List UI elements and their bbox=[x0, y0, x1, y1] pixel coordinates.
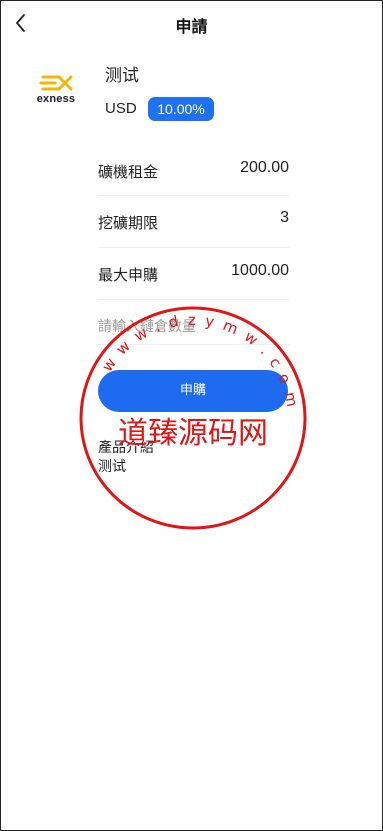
detail-row-period: 挖礦期限 3 bbox=[98, 195, 289, 248]
detail-row-rent: 礦機租金 200.00 bbox=[98, 143, 289, 196]
header-bar: 申請 bbox=[1, 1, 382, 47]
detail-label: 挖礦期限 bbox=[98, 214, 159, 232]
detail-value: 1000.00 bbox=[231, 262, 289, 279]
exness-logo: exness bbox=[31, 73, 81, 107]
product-name: 测试 bbox=[105, 66, 139, 86]
exness-mark-icon bbox=[39, 75, 73, 91]
detail-value: 200.00 bbox=[240, 159, 289, 176]
detail-value: 3 bbox=[280, 209, 289, 226]
rate-badge: 10.00% bbox=[148, 97, 214, 121]
currency-label: USD bbox=[105, 100, 137, 117]
detail-label: 礦機租金 bbox=[98, 163, 159, 181]
page-title: 申請 bbox=[175, 17, 208, 36]
subscribe-button[interactable]: 申購 bbox=[98, 370, 288, 412]
detail-row-max: 最大申購 1000.00 bbox=[98, 247, 289, 300]
subscription-page: 申請 exness 测试 USD 10.00% 礦機租金 200.00 挖礦期限… bbox=[0, 0, 383, 831]
amount-input[interactable] bbox=[98, 310, 289, 345]
logo-text: exness bbox=[36, 93, 76, 105]
intro-title: 產品介紹 bbox=[98, 440, 154, 456]
detail-label: 最大申購 bbox=[98, 266, 159, 284]
intro-text: 测试 bbox=[98, 459, 126, 475]
